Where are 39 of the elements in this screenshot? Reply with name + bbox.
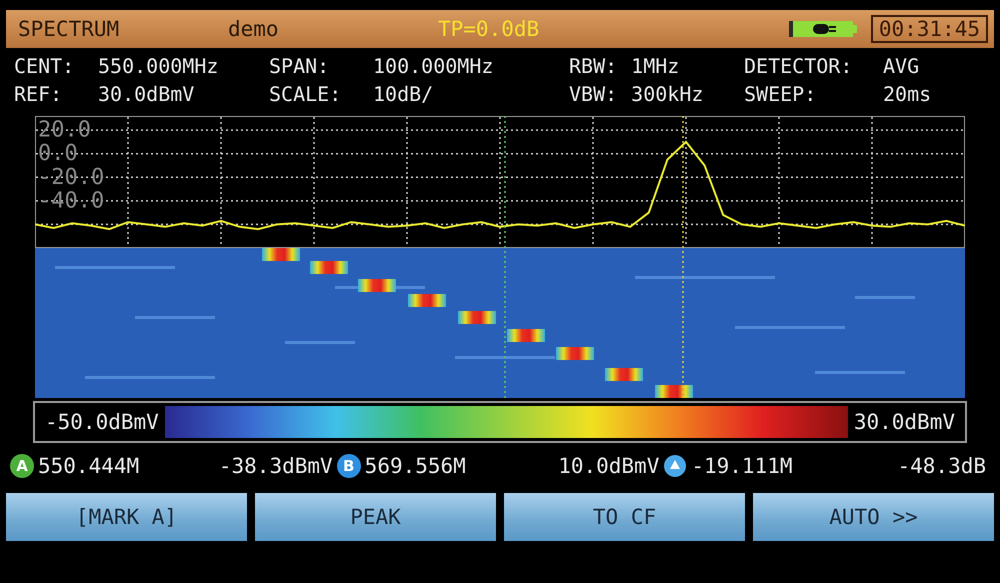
marker-badge: A: [10, 454, 34, 478]
marker-badge: B: [336, 454, 361, 478]
setting-value: 20ms: [883, 82, 932, 106]
axis-label: 20.0: [38, 118, 91, 143]
scale-min: -50.0dBmV: [45, 410, 159, 434]
clock-display: 00:31:45: [870, 15, 988, 43]
marker-level: -48.3dB: [896, 454, 986, 478]
axis-label: -20.0: [38, 164, 104, 190]
setting-value: 30.0dBmV: [98, 82, 194, 106]
marker-frequency: -19.111M: [691, 454, 794, 478]
setting-label: CENT:: [14, 54, 76, 78]
axis-label: -40.0: [38, 188, 104, 214]
marker-level: -38.3dBmV: [218, 454, 333, 478]
scale-max: 30.0dBmV: [854, 410, 955, 434]
setting-label: SWEEP:: [744, 82, 818, 106]
setting-value: 550.000MHz: [98, 54, 218, 78]
softkey-button[interactable]: PEAK: [255, 493, 496, 541]
setting-value: 100.000MHz: [373, 54, 494, 78]
setting-label: DETECTOR:: [744, 54, 854, 78]
setting-label: REF:: [14, 82, 64, 106]
marker-frequency: 550.444M: [38, 454, 140, 478]
setting-value: AVG: [883, 54, 920, 78]
setting-label: SPAN:: [269, 54, 330, 78]
setting-value: 1MHz: [631, 54, 680, 78]
softkey-button[interactable]: AUTO >>: [753, 493, 994, 541]
demo-label: demo: [228, 17, 280, 41]
axis-label: 0.0: [38, 141, 78, 166]
softkey-button[interactable]: [MARK A]: [6, 493, 247, 541]
marker-level: 10.0dBmV: [557, 454, 660, 478]
setting-value: 300kHz: [631, 82, 704, 106]
setting-value: 10dB/: [373, 82, 434, 106]
mode-title: SPECTRUM: [18, 17, 120, 41]
setting-label: VBW:: [569, 82, 618, 106]
battery-plug-icon: [788, 18, 859, 40]
setting-label: RBW:: [569, 54, 618, 78]
marker-frequency: 569.556M: [364, 454, 467, 478]
setting-label: SCALE:: [269, 82, 342, 106]
tp-readout: TP=0.0dB: [438, 17, 540, 41]
softkey-button[interactable]: TO CF: [504, 493, 745, 541]
